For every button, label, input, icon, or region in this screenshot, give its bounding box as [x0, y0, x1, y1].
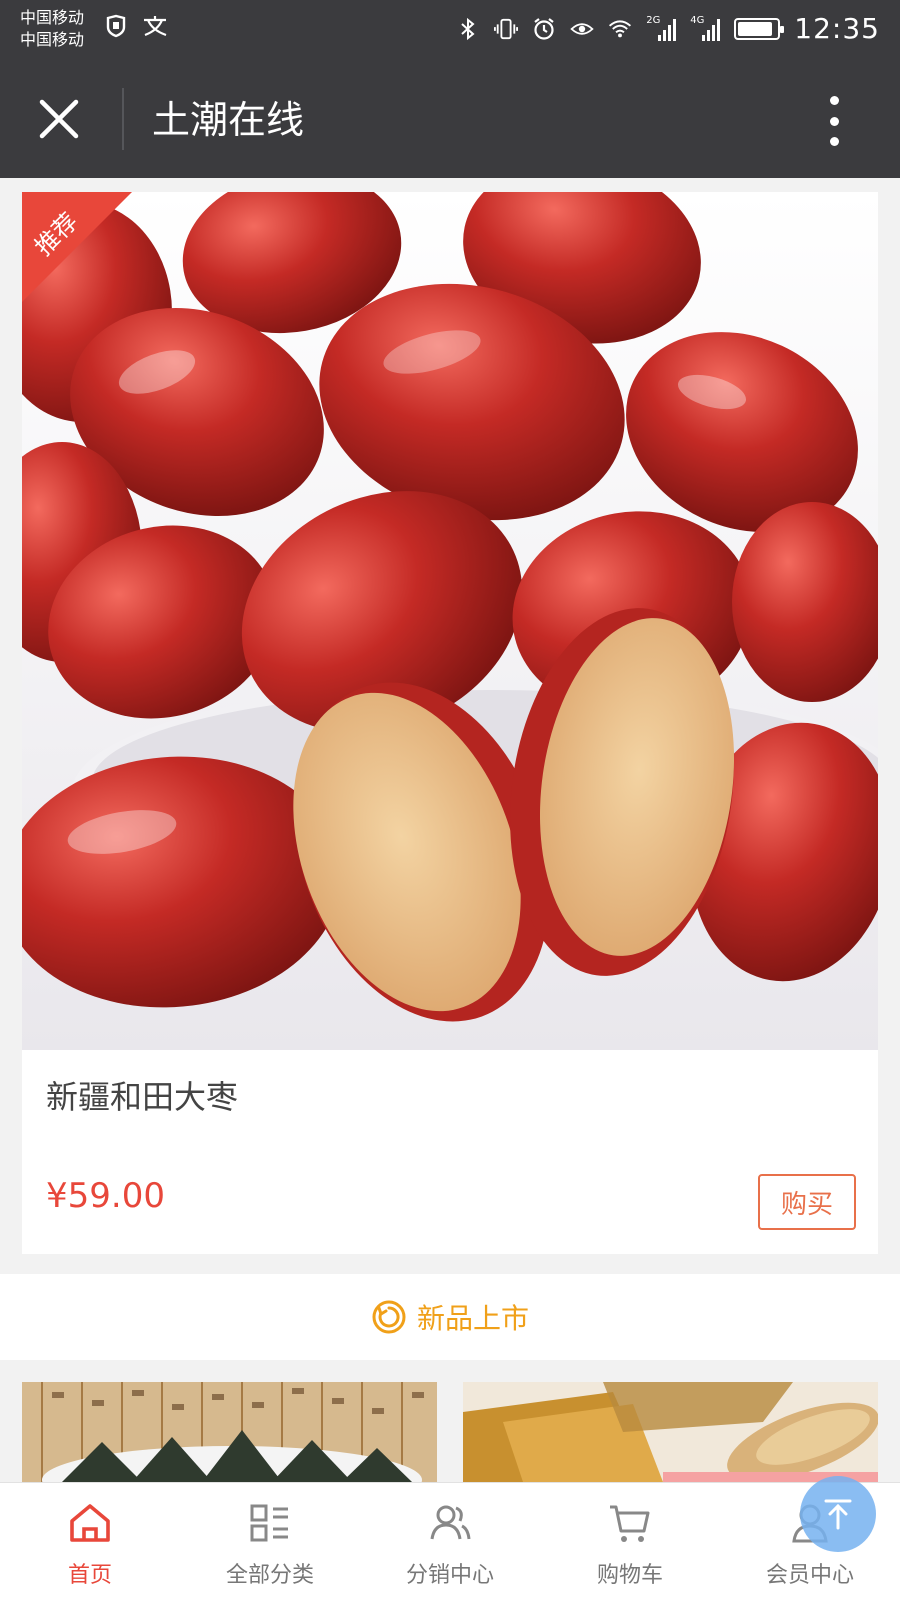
signal-4g-tag: 4G [690, 14, 705, 26]
eye-icon [570, 17, 594, 41]
tab-label: 分销中心 [405, 1563, 494, 1588]
alarm-icon [532, 17, 556, 41]
carrier-2: 中国移动 [20, 30, 85, 49]
users-icon [430, 1505, 471, 1540]
cart-icon [610, 1505, 650, 1542]
tab-home[interactable]: 首页 [0, 1483, 180, 1600]
home-icon [70, 1504, 110, 1542]
buy-button[interactable]: 购买 [758, 1174, 856, 1230]
carrier-1: 中国移动 [20, 8, 85, 27]
close-button[interactable] [34, 94, 84, 144]
nav-divider [122, 88, 124, 150]
new-product-thumb[interactable] [463, 1382, 878, 1482]
wifi-icon [608, 17, 632, 41]
status-bar: 中国移动 中国移动 2G 4G 12:35 [0, 0, 900, 60]
battery-fill [738, 21, 773, 36]
recommend-ribbon: 推荐 [22, 192, 132, 302]
tab-categories[interactable]: 全部分类 [180, 1483, 360, 1600]
nav-bar: 土潮在线 [0, 60, 900, 178]
clock-refresh-icon [372, 1300, 406, 1334]
arrow-up-icon [824, 1499, 852, 1530]
translate-icon [144, 16, 167, 37]
product-price: ¥59.00 [46, 1176, 165, 1216]
close-icon [39, 99, 79, 139]
carrier-labels: 中国移动 中国移动 [20, 7, 84, 51]
bottom-tab-bar: 首页 全部分类 分销中心 购物车 会员中心 [0, 1482, 900, 1600]
product-name[interactable]: 新疆和田大枣 [46, 1072, 238, 1118]
more-button[interactable] [824, 96, 844, 146]
signal-2g: 2G [646, 14, 677, 41]
page-title: 土潮在线 [152, 98, 305, 142]
vibrate-icon [494, 17, 519, 41]
tab-label: 购物车 [596, 1563, 663, 1588]
category-icon [250, 1504, 288, 1542]
back-to-top-button[interactable] [800, 1476, 876, 1552]
tab-distribution[interactable]: 分销中心 [360, 1483, 540, 1600]
tab-cart[interactable]: 购物车 [540, 1483, 720, 1600]
section-title: 新品上市 [416, 1302, 529, 1335]
signal-4g: 4G [690, 14, 721, 41]
signal-2g-tag: 2G [646, 14, 661, 26]
tab-label: 首页 [67, 1563, 112, 1588]
bluetooth-icon [456, 17, 480, 41]
shield-icon [106, 14, 126, 38]
new-product-thumb[interactable] [22, 1382, 437, 1482]
product-image[interactable] [22, 192, 878, 1050]
more-vertical-icon [829, 96, 839, 105]
status-left-icons [104, 14, 170, 38]
new-arrivals-header: 新品上市 [0, 1274, 900, 1360]
battery-icon [734, 17, 785, 40]
tab-label: 会员中心 [765, 1563, 854, 1588]
status-time: 12:35 [794, 12, 880, 45]
product-card[interactable]: 推荐 新疆和田大枣 ¥59.00 购买 [22, 192, 878, 1254]
tab-label: 全部分类 [225, 1563, 314, 1588]
status-right-icons: 2G 4G 12:35 [456, 12, 880, 45]
